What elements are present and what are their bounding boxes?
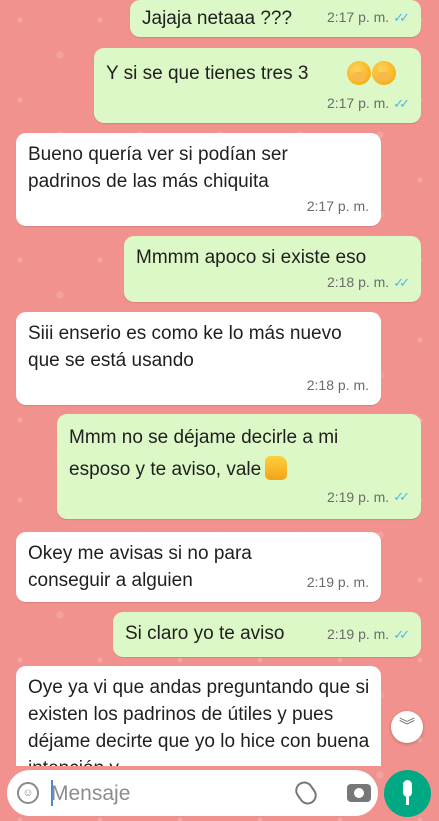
scroll-to-bottom-button[interactable]: ︾	[391, 711, 423, 743]
read-receipt-icon: ✓✓	[393, 96, 410, 111]
composer-bar: ☺ Mensaje	[0, 766, 439, 821]
camera-icon[interactable]	[347, 784, 371, 802]
message-input[interactable]: Mensaje	[51, 782, 130, 806]
message-time: 2:17 p. m.	[326, 9, 390, 25]
message-time: 2:18 p. m.	[326, 274, 390, 290]
message-text: Bueno quería ver si podían ser padrinos …	[28, 144, 288, 192]
chevron-down-double-icon: ︾	[398, 718, 415, 735]
message-outgoing[interactable]: Jajaja netaaa ??? 2:17 p. m. ✓✓	[130, 0, 421, 37]
message-text: Si claro yo te aviso	[125, 623, 285, 644]
message-input-container[interactable]: ☺ Mensaje	[7, 770, 378, 816]
message-text: Jajaja netaaa ???	[142, 8, 293, 29]
microphone-button[interactable]	[384, 770, 431, 817]
read-receipt-icon: ✓✓	[393, 10, 410, 25]
message-text: Okey me avisas si no para conseguir a al…	[28, 543, 252, 591]
emoji-icon[interactable]: ☺	[17, 782, 39, 804]
read-receipt-icon: ✓✓	[393, 627, 410, 642]
message-text: Oye ya vi que andas preguntando que si e…	[28, 677, 370, 766]
read-receipt-icon: ✓✓	[393, 275, 410, 290]
message-text: Mmmm apoco si existe eso	[136, 247, 367, 268]
paperclip-icon[interactable]	[291, 778, 321, 808]
chat-view[interactable]: Jajaja netaaa ??? 2:17 p. m. ✓✓ Y si se q…	[0, 0, 439, 766]
message-text: Mmm no se déjame decirle a mi esposo y t…	[69, 427, 339, 480]
message-outgoing[interactable]: Y si se que tienes tres 3 2:17 p. m. ✓✓	[94, 48, 421, 123]
message-outgoing[interactable]: Mmm no se déjame decirle a mi esposo y t…	[57, 414, 421, 519]
laughing-hand-emoji-icon	[372, 61, 396, 85]
message-outgoing[interactable]: Mmmm apoco si existe eso 2:18 p. m. ✓✓	[124, 236, 421, 302]
message-incoming[interactable]: Siii enserio es como ke lo más nuevo que…	[16, 312, 381, 405]
message-time: 2:17 p. m.	[306, 198, 369, 214]
read-receipt-icon: ✓✓	[393, 489, 410, 504]
laughing-hand-emoji-icon	[347, 61, 371, 85]
message-time: 2:19 p. m.	[326, 626, 390, 642]
message-time: 2:18 p. m.	[306, 377, 369, 393]
message-time: 2:19 p. m.	[306, 574, 369, 590]
message-time: 2:19 p. m.	[326, 489, 390, 505]
message-outgoing[interactable]: Si claro yo te aviso 2:19 p. m. ✓✓	[113, 612, 421, 657]
message-text: Y si se que tienes tres 3	[106, 63, 309, 84]
message-incoming[interactable]: Bueno quería ver si podían ser padrinos …	[16, 133, 381, 226]
message-incoming[interactable]: Okey me avisas si no para conseguir a al…	[16, 532, 381, 602]
thumbs-up-emoji-icon	[265, 456, 288, 480]
message-text: Siii enserio es como ke lo más nuevo que…	[28, 323, 342, 371]
message-time: 2:17 p. m.	[326, 95, 390, 111]
message-incoming[interactable]: Oye ya vi que andas preguntando que si e…	[16, 666, 381, 766]
